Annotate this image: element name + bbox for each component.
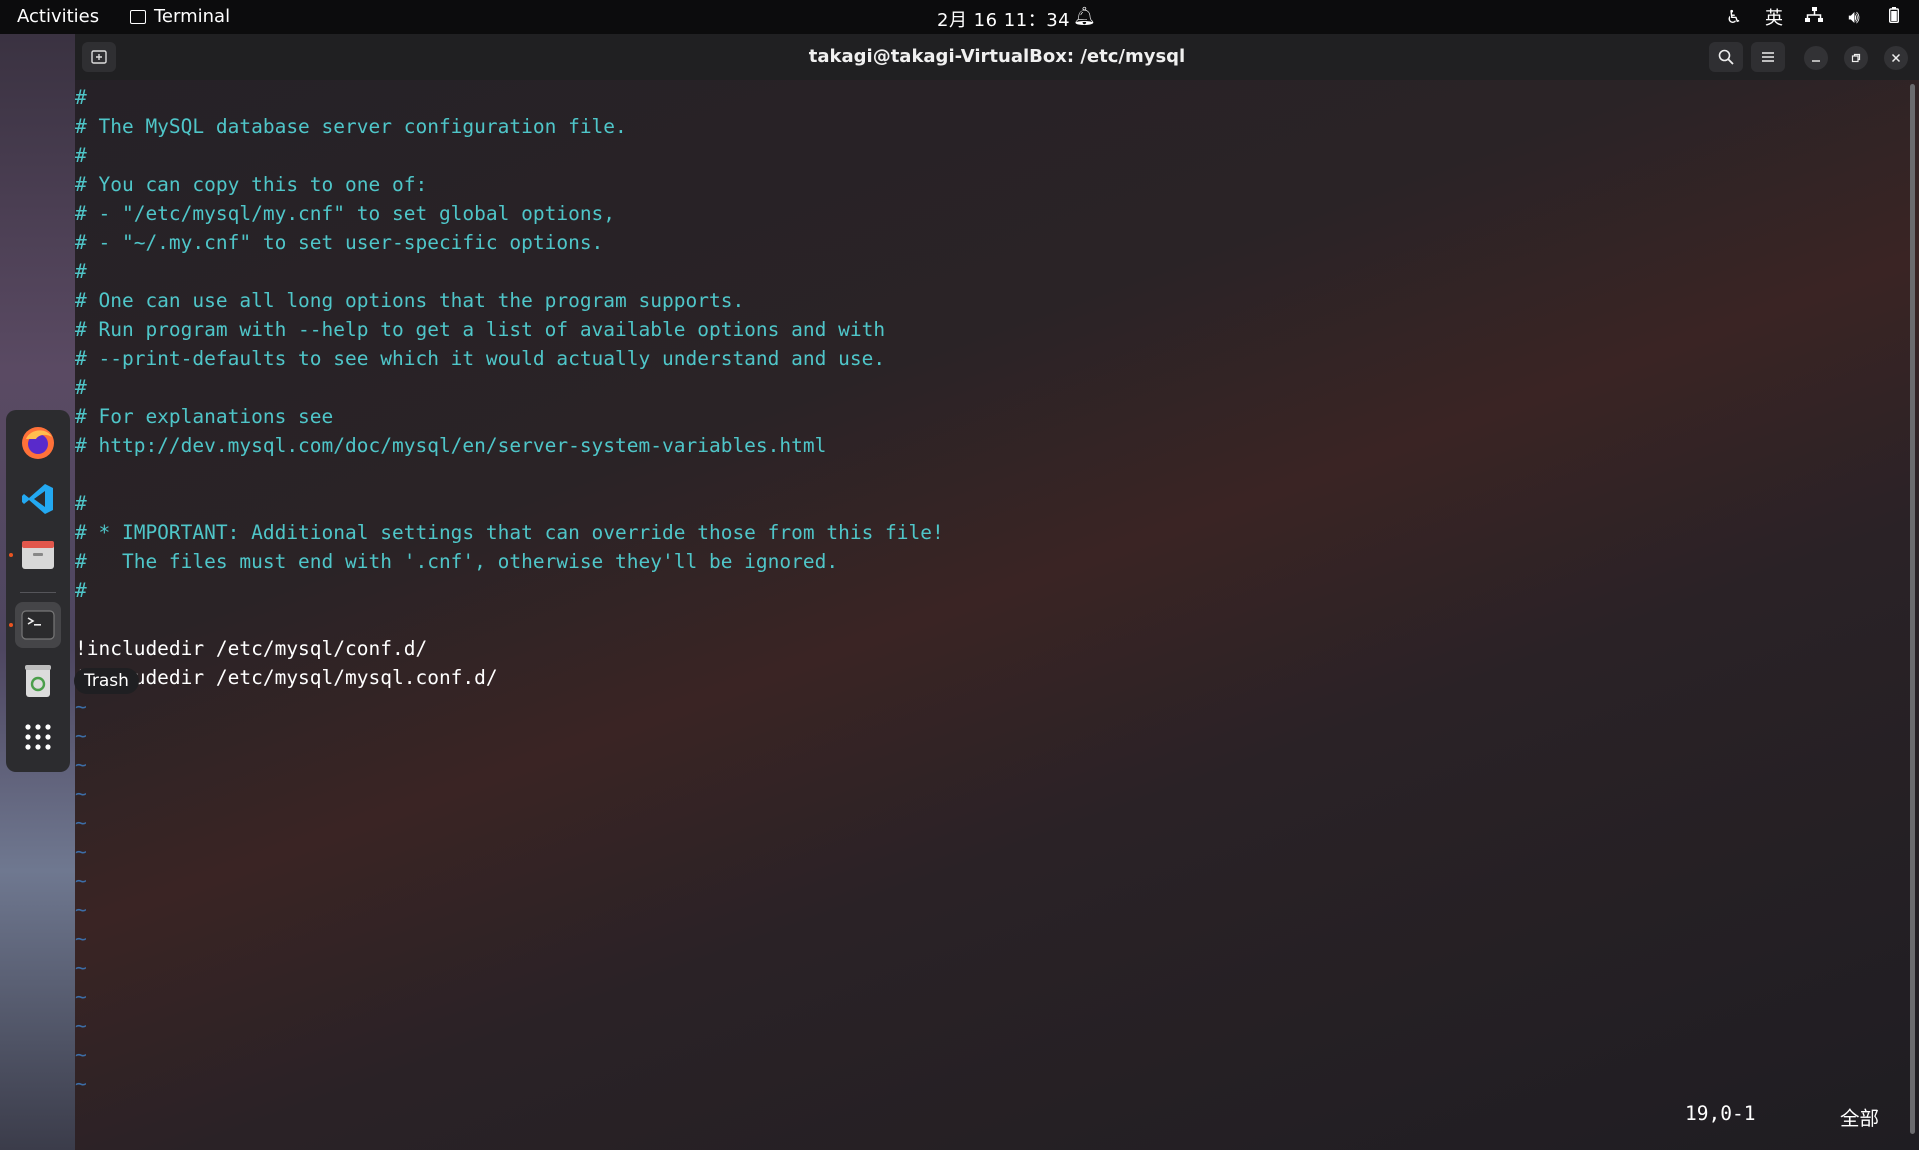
show-apps-icon bbox=[25, 724, 51, 750]
empty-line-marker: ~ bbox=[75, 956, 87, 979]
system-tray[interactable]: ♿︎ 英 🔊︎ bbox=[1725, 4, 1903, 30]
vscode-icon bbox=[22, 484, 53, 514]
app-menu-label: Terminal bbox=[154, 6, 231, 27]
empty-line-marker: ~ bbox=[75, 869, 87, 892]
terminal-scrollbar[interactable] bbox=[1910, 84, 1915, 1134]
close-icon bbox=[1891, 53, 1901, 63]
dock-firefox[interactable] bbox=[15, 420, 61, 466]
editor-line: !includedir /etc/mysql/conf.d/ bbox=[75, 637, 428, 660]
editor-line: # bbox=[75, 579, 87, 602]
dock bbox=[6, 410, 70, 772]
input-method-indicator[interactable]: 英 bbox=[1765, 4, 1783, 30]
editor-line: # --print-defaults to see which it would… bbox=[75, 347, 886, 370]
vim-editor-buffer[interactable]: # # The MySQL database server configurati… bbox=[75, 83, 1919, 1143]
editor-line: # http://dev.mysql.com/doc/mysql/en/serv… bbox=[75, 434, 827, 457]
dock-files[interactable] bbox=[9, 532, 61, 578]
empty-line-marker: ~ bbox=[75, 1043, 87, 1066]
search-icon bbox=[1718, 49, 1734, 65]
editor-line: # The files must end with '.cnf', otherw… bbox=[75, 550, 839, 573]
network-icon[interactable] bbox=[1805, 6, 1823, 28]
empty-line-marker: ~ bbox=[75, 927, 87, 950]
editor-line: # bbox=[75, 376, 87, 399]
empty-line-marker: ~ bbox=[75, 1072, 87, 1095]
dock-tooltip: Trash bbox=[74, 668, 139, 694]
empty-line-marker: ~ bbox=[75, 753, 87, 776]
empty-line-marker: ~ bbox=[75, 985, 87, 1008]
editor-line: # * IMPORTANT: Additional settings that … bbox=[75, 521, 944, 544]
dock-trash[interactable] bbox=[15, 658, 61, 704]
terminal-window: takagi@takagi-VirtualBox: /etc/mysql # # … bbox=[75, 34, 1919, 1150]
window-title: takagi@takagi-VirtualBox: /etc/mysql bbox=[808, 46, 1186, 67]
hamburger-icon bbox=[1762, 52, 1774, 62]
empty-line-marker: ~ bbox=[75, 695, 87, 718]
editor-line: # The MySQL database server configuratio… bbox=[75, 115, 627, 138]
activities-button[interactable]: Activities bbox=[17, 6, 99, 27]
app-menu[interactable]: Terminal bbox=[130, 6, 230, 27]
editor-line: # You can copy this to one of: bbox=[75, 173, 428, 196]
running-indicator bbox=[9, 623, 13, 627]
editor-line: # For explanations see bbox=[75, 405, 334, 428]
accessibility-icon[interactable]: ♿︎ bbox=[1725, 7, 1743, 28]
clock[interactable]: 2月 16 11：34 bbox=[937, 6, 1070, 32]
editor-line: !includedir /etc/mysql/mysql.conf.d/ bbox=[75, 666, 498, 689]
editor-line: # bbox=[75, 86, 87, 109]
running-indicator bbox=[9, 553, 13, 557]
battery-icon[interactable] bbox=[1885, 6, 1903, 28]
dock-show-apps[interactable] bbox=[15, 714, 61, 760]
restore-button[interactable] bbox=[1844, 46, 1868, 70]
restore-icon bbox=[1851, 53, 1861, 63]
top-bar: Activities Terminal 2月 16 11：34 🔔︎ ♿︎ 英 … bbox=[0, 0, 1919, 34]
editor-line: # bbox=[75, 144, 87, 167]
terminal-icon bbox=[21, 610, 55, 640]
empty-line-marker: ~ bbox=[75, 1014, 87, 1037]
trash-icon bbox=[25, 665, 51, 697]
bell-icon[interactable]: 🔔︎ bbox=[1073, 6, 1096, 27]
cursor-position: 19,0-1 bbox=[1685, 1102, 1756, 1125]
minimize-button[interactable] bbox=[1804, 46, 1828, 70]
editor-line: # One can use all long options that the … bbox=[75, 289, 745, 312]
minimize-icon bbox=[1812, 60, 1820, 62]
search-button[interactable] bbox=[1709, 42, 1743, 72]
editor-line: # bbox=[75, 492, 87, 515]
terminal-small-icon bbox=[130, 9, 146, 24]
volume-icon[interactable]: 🔊︎ bbox=[1845, 7, 1863, 28]
dock-separator bbox=[20, 592, 56, 593]
empty-line-marker: ~ bbox=[75, 782, 87, 805]
close-button[interactable] bbox=[1884, 46, 1908, 70]
editor-line: # - "/etc/mysql/my.cnf" to set global op… bbox=[75, 202, 616, 225]
empty-line-marker: ~ bbox=[75, 898, 87, 921]
editor-line: # Run program with --help to get a list … bbox=[75, 318, 886, 341]
empty-line-marker: ~ bbox=[75, 840, 87, 863]
files-icon bbox=[22, 541, 54, 569]
dock-terminal[interactable] bbox=[9, 602, 61, 648]
empty-line-marker: ~ bbox=[75, 811, 87, 834]
dock-vscode[interactable] bbox=[15, 476, 61, 522]
firefox-icon bbox=[22, 427, 54, 459]
editor-line: # - "~/.my.cnf" to set user-specific opt… bbox=[75, 231, 604, 254]
window-titlebar[interactable]: takagi@takagi-VirtualBox: /etc/mysql bbox=[75, 34, 1919, 80]
scroll-indicator: 全部 bbox=[1840, 1107, 1880, 1130]
editor-line: # bbox=[75, 260, 87, 283]
menu-button[interactable] bbox=[1751, 42, 1785, 72]
empty-line-marker: ~ bbox=[75, 724, 87, 747]
